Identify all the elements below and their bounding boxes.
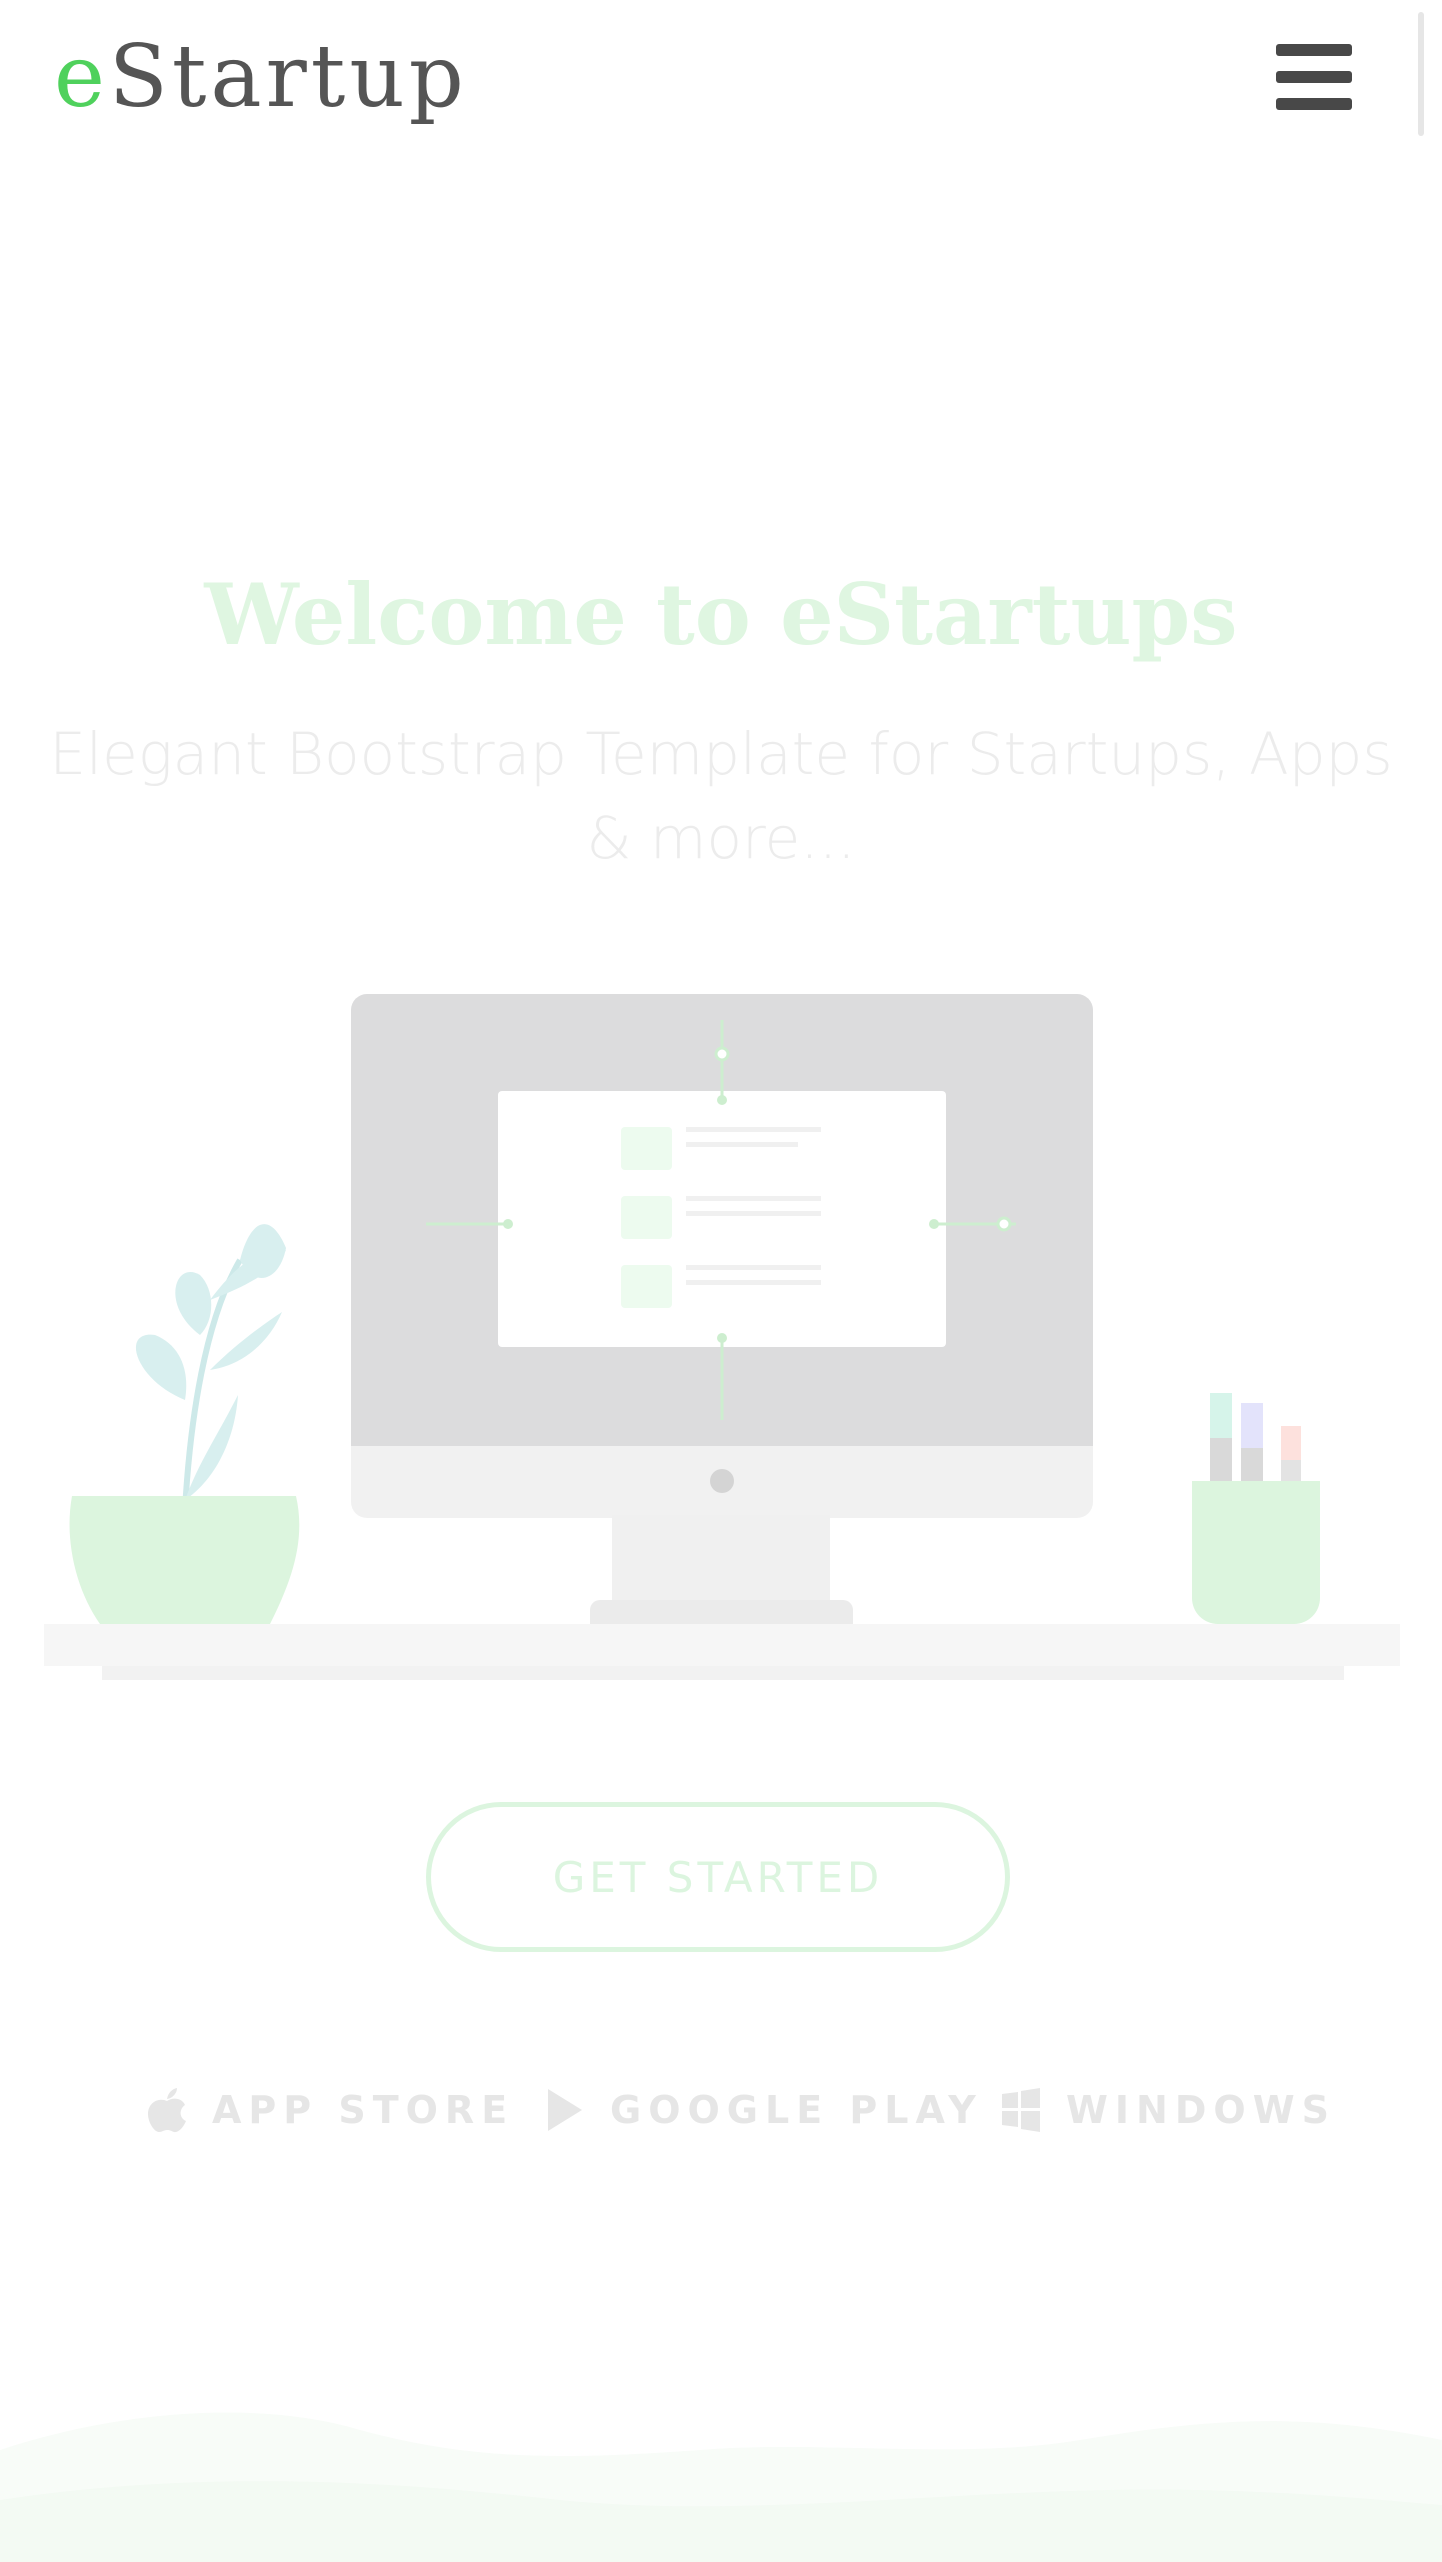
google-play-link[interactable]: GOOGLE PLAY <box>544 2080 983 2140</box>
logo-text: Startup <box>108 27 468 127</box>
hamburger-menu-icon[interactable] <box>1276 44 1352 110</box>
menu-bar-top <box>1276 44 1352 56</box>
apple-icon <box>148 2088 186 2133</box>
hero-subtitle: Elegant Bootstrap Template for Startups,… <box>49 720 1393 872</box>
windows-label: WINDOWS <box>1066 2088 1336 2132</box>
site-header: eStartup <box>0 0 1442 160</box>
scrollbar-thumb[interactable] <box>1418 12 1424 136</box>
monitor-illustration <box>351 994 1093 1634</box>
pen-cup-illustration <box>1192 1393 1320 1624</box>
play-icon <box>548 2089 582 2131</box>
windows-icon <box>1002 2088 1040 2132</box>
menu-bar-middle <box>1276 71 1352 83</box>
desk-surface <box>44 1624 1400 1680</box>
plant-illustration <box>69 1224 300 1624</box>
windows-link[interactable]: WINDOWS <box>1000 2080 1336 2140</box>
google-play-label: GOOGLE PLAY <box>610 2088 983 2132</box>
menu-bar-bottom <box>1276 98 1352 110</box>
store-links: APP STORE GOOGLE PLAY WINDOWS <box>0 2080 1442 2140</box>
app-store-label: APP STORE <box>212 2088 515 2132</box>
brand-logo[interactable]: eStartup <box>54 22 468 132</box>
desk-illustration <box>44 994 1400 1680</box>
hero-title: Welcome to eStartups <box>204 565 1238 664</box>
logo-accent-letter: e <box>54 27 109 127</box>
get-started-button[interactable]: GET STARTED <box>426 1802 1010 1952</box>
footer-wave <box>0 2412 1442 2562</box>
app-store-link[interactable]: APP STORE <box>146 2080 514 2140</box>
